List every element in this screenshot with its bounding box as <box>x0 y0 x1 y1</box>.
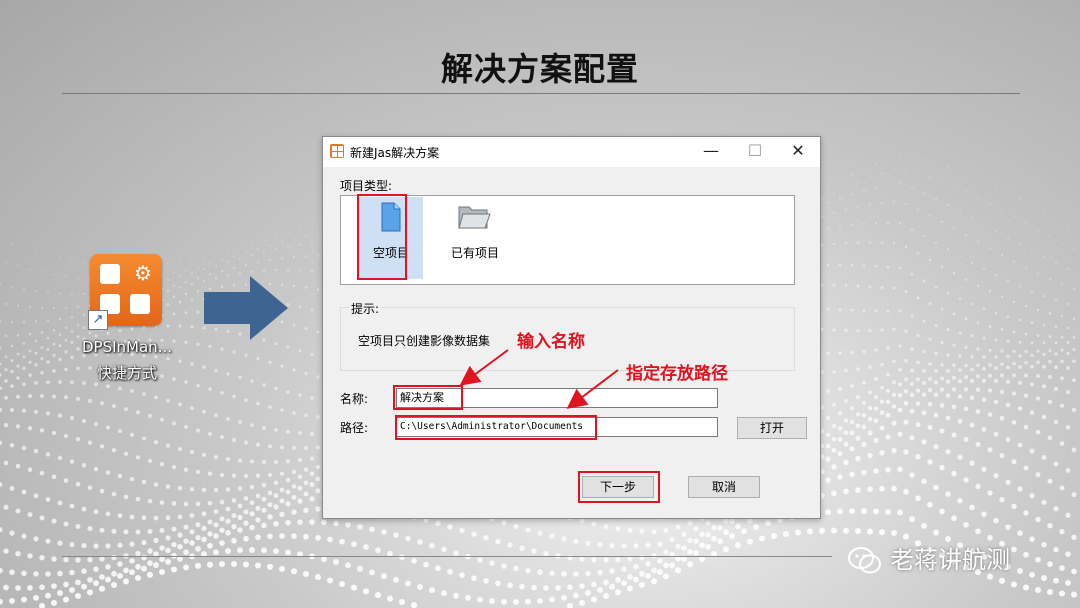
dialog-title: 新建Jas解决方案 <box>350 146 440 160</box>
dialog-titlebar[interactable]: 新建Jas解决方案 — ☐ ✕ <box>323 137 820 167</box>
maximize-button[interactable]: ☐ <box>733 137 777 167</box>
project-type-existing[interactable]: 已有项目 <box>433 196 517 280</box>
hint-label: 提示: <box>349 300 382 317</box>
project-type-list: 空项目 已有项目 <box>340 195 795 285</box>
cancel-button[interactable]: 取消 <box>688 476 760 498</box>
path-label: 路径: <box>340 421 369 435</box>
right-arrow-icon <box>204 276 288 340</box>
project-type-label: 项目类型: <box>340 179 393 193</box>
minimize-button[interactable]: — <box>689 137 733 167</box>
name-label: 名称: <box>340 392 369 406</box>
open-button[interactable]: 打开 <box>737 417 807 439</box>
wechat-icon <box>848 547 881 574</box>
annotation-specify-path: 指定存放路径 <box>626 364 728 384</box>
highlight-path-input <box>395 415 597 440</box>
annotation-enter-name: 输入名称 <box>517 332 585 352</box>
project-type-label-existing: 已有项目 <box>450 246 499 260</box>
close-button[interactable]: ✕ <box>776 137 820 167</box>
open-folder-icon <box>458 206 491 229</box>
app-grid-icon <box>330 144 344 158</box>
shortcut-name: DPSInMan... <box>82 338 172 356</box>
footer-divider <box>62 556 832 557</box>
watermark-text: 老蒋讲航测 <box>890 546 1010 574</box>
highlight-blank-project <box>357 194 407 280</box>
desktop-shortcut[interactable]: ⚙ ↗ DPSInMan... 快捷方式 <box>64 252 190 392</box>
hint-text: 空项目只创建影像数据集 <box>358 334 491 348</box>
title-divider <box>62 93 1020 94</box>
watermark: 老蒋讲航测 <box>848 540 1010 575</box>
slide-title: 解决方案配置 <box>440 50 639 88</box>
highlight-name-input <box>393 385 463 410</box>
shortcut-type: 快捷方式 <box>96 364 157 382</box>
highlight-next-button <box>578 471 660 503</box>
shortcut-arrow-icon: ↗ <box>88 310 108 330</box>
